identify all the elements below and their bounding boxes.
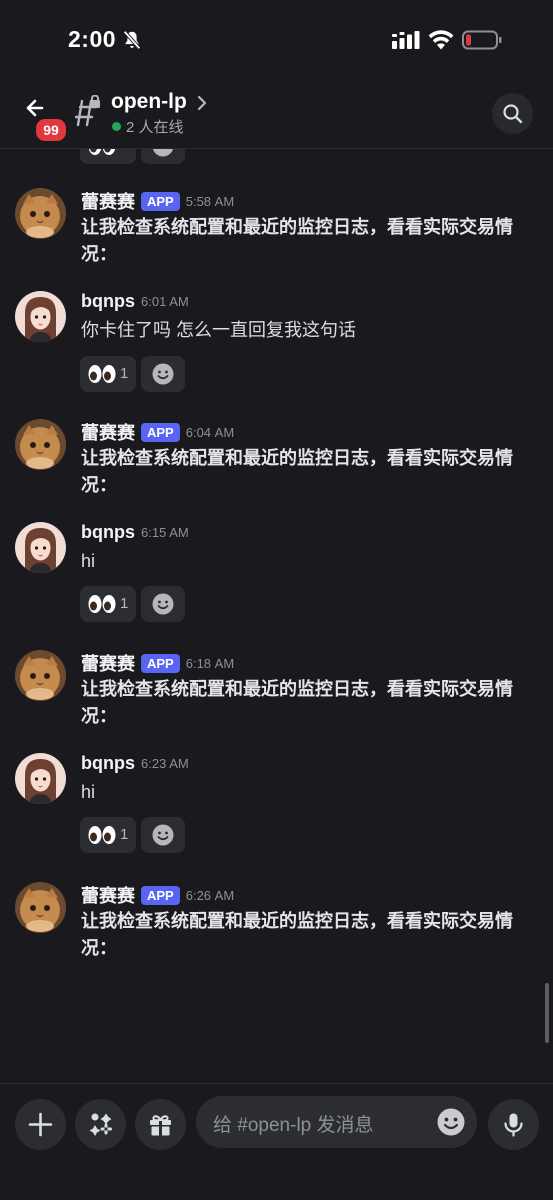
wifi-icon [428,30,454,50]
username[interactable]: 蕾赛赛 [81,192,135,212]
message-text: 让我检查系统配置和最近的监控日志，看看实际交易情况： [81,911,513,958]
timestamp: 5:58 AM [185,193,235,209]
message-text: hi [81,782,96,802]
reaction-eyes-button[interactable]: 1 [80,356,136,392]
username[interactable]: 蕾赛赛 [81,886,135,906]
timestamp: 6:26 AM [185,887,235,903]
app-tag: APP [141,885,180,905]
channel-header: 99 open-lp 2 人在线 [0,80,553,149]
cat-avatar-image [15,188,66,239]
message-text: 你卡住了吗 怎么一直回复我这句话 [81,320,356,340]
avatar-girl[interactable] [15,753,66,804]
username[interactable]: 蕾赛赛 [81,654,135,674]
online-count: 2 人在线 [126,119,184,136]
app-tag: APP [141,422,180,442]
message-list[interactable]: 蕾赛赛 APP 5:58 AM 让我检查系统配置和最近的监控日志，看看实际交易情况： [0,148,553,1083]
apps-sparkle-icon [89,1113,112,1136]
timestamp: 6:15 AM [141,525,189,540]
girl-avatar-image [15,753,66,804]
message-text: 让我检查系统配置和最近的监控日志，看看实际交易情况： [81,217,513,264]
message-composer: 给 #open-lp 发消息 [0,1083,553,1200]
message-text: 让我检查系统配置和最近的监控日志，看看实际交易情况： [81,448,513,495]
message-header: bqnps 6:15 AM [81,522,189,546]
timestamp: 6:23 AM [141,756,189,771]
message-text: hi [81,551,96,571]
add-attachment-button[interactable] [15,1099,66,1150]
reaction-eyes-button[interactable] [80,148,136,164]
search-icon [503,104,523,124]
emoji-picker-icon[interactable] [436,1107,466,1137]
message-reactions: 1 [80,817,190,855]
avatar-girl[interactable] [15,522,66,573]
message-input[interactable]: 给 #open-lp 发消息 [196,1096,477,1148]
message-list-scrollbar[interactable] [545,983,549,1043]
plus-icon [28,1112,53,1137]
message-text: 让我检查系统配置和最近的监控日志，看看实际交易情况： [81,679,513,726]
smile-plus-icon [152,148,174,157]
status-time: 2:00 [68,26,117,52]
add-reaction-button[interactable] [141,586,185,622]
avatar-cat[interactable] [15,882,66,933]
eyes-icon [88,148,116,155]
voice-message-button[interactable] [488,1099,539,1150]
message-reactions: 1 [80,356,190,394]
eyes-icon [88,826,116,844]
online-status-dot [112,122,121,131]
unread-badge: 99 [34,117,68,143]
add-reaction-button[interactable] [141,817,185,853]
microphone-icon [504,1113,523,1137]
message-header: 蕾赛赛 APP 5:58 AM [81,188,234,212]
smile-plus-icon [152,824,174,846]
avatar-cat[interactable] [15,419,66,470]
battery-low-icon [462,30,502,50]
reaction-eyes-button[interactable]: 1 [80,817,136,853]
cat-avatar-image [15,419,66,470]
eyes-icon [88,595,116,613]
message-header: 蕾赛赛 APP 6:04 AM [81,419,234,443]
message-header: bqnps 6:01 AM [81,291,189,315]
reaction-count: 1 [120,365,129,382]
chevron-right-icon[interactable] [195,94,209,112]
locked-channel-hash-icon [74,95,100,127]
smile-plus-icon [152,593,174,615]
smile-plus-icon [152,363,174,385]
timestamp: 6:18 AM [185,655,235,671]
reaction-count: 1 [120,595,129,612]
cellular-signal-icon [392,31,420,49]
message-header: 蕾赛赛 APP 6:18 AM [81,650,234,674]
cat-avatar-image [15,650,66,701]
add-reaction-button[interactable] [141,148,185,164]
message-header: 蕾赛赛 APP 6:26 AM [81,882,234,906]
cat-avatar-image [15,882,66,933]
app-tag: APP [141,191,180,211]
username[interactable]: 蕾赛赛 [81,423,135,443]
avatar-cat[interactable] [15,650,66,701]
timestamp: 6:04 AM [185,424,235,440]
channel-name[interactable]: open-lp [111,90,187,114]
eyes-icon [88,365,116,383]
message-header: bqnps 6:23 AM [81,753,189,777]
reaction-eyes-button[interactable]: 1 [80,586,136,622]
add-reaction-button[interactable] [141,356,185,392]
reaction-count: 1 [120,826,129,843]
search-button[interactable] [492,93,533,134]
timestamp: 6:01 AM [141,294,189,309]
status-bar: 2:00 [0,0,553,80]
girl-avatar-image [15,522,66,573]
girl-avatar-image [15,291,66,342]
bell-off-icon [123,30,141,50]
discord-channel-screen: 2:00 99 open-lp 2 人在线 蕾赛赛 APP 5:58 AM 让我… [0,0,553,1200]
username[interactable]: bqnps [81,522,135,542]
avatar-girl[interactable] [15,291,66,342]
gift-button[interactable] [135,1099,186,1150]
username[interactable]: bqnps [81,753,135,773]
apps-button[interactable] [75,1099,126,1150]
message-input-placeholder: 给 #open-lp 发消息 [213,1115,374,1136]
avatar-cat[interactable] [15,188,66,239]
gift-icon [150,1115,171,1136]
previous-message-reactions [80,148,190,166]
app-tag: APP [141,653,180,673]
username[interactable]: bqnps [81,291,135,311]
message-reactions: 1 [80,586,190,624]
